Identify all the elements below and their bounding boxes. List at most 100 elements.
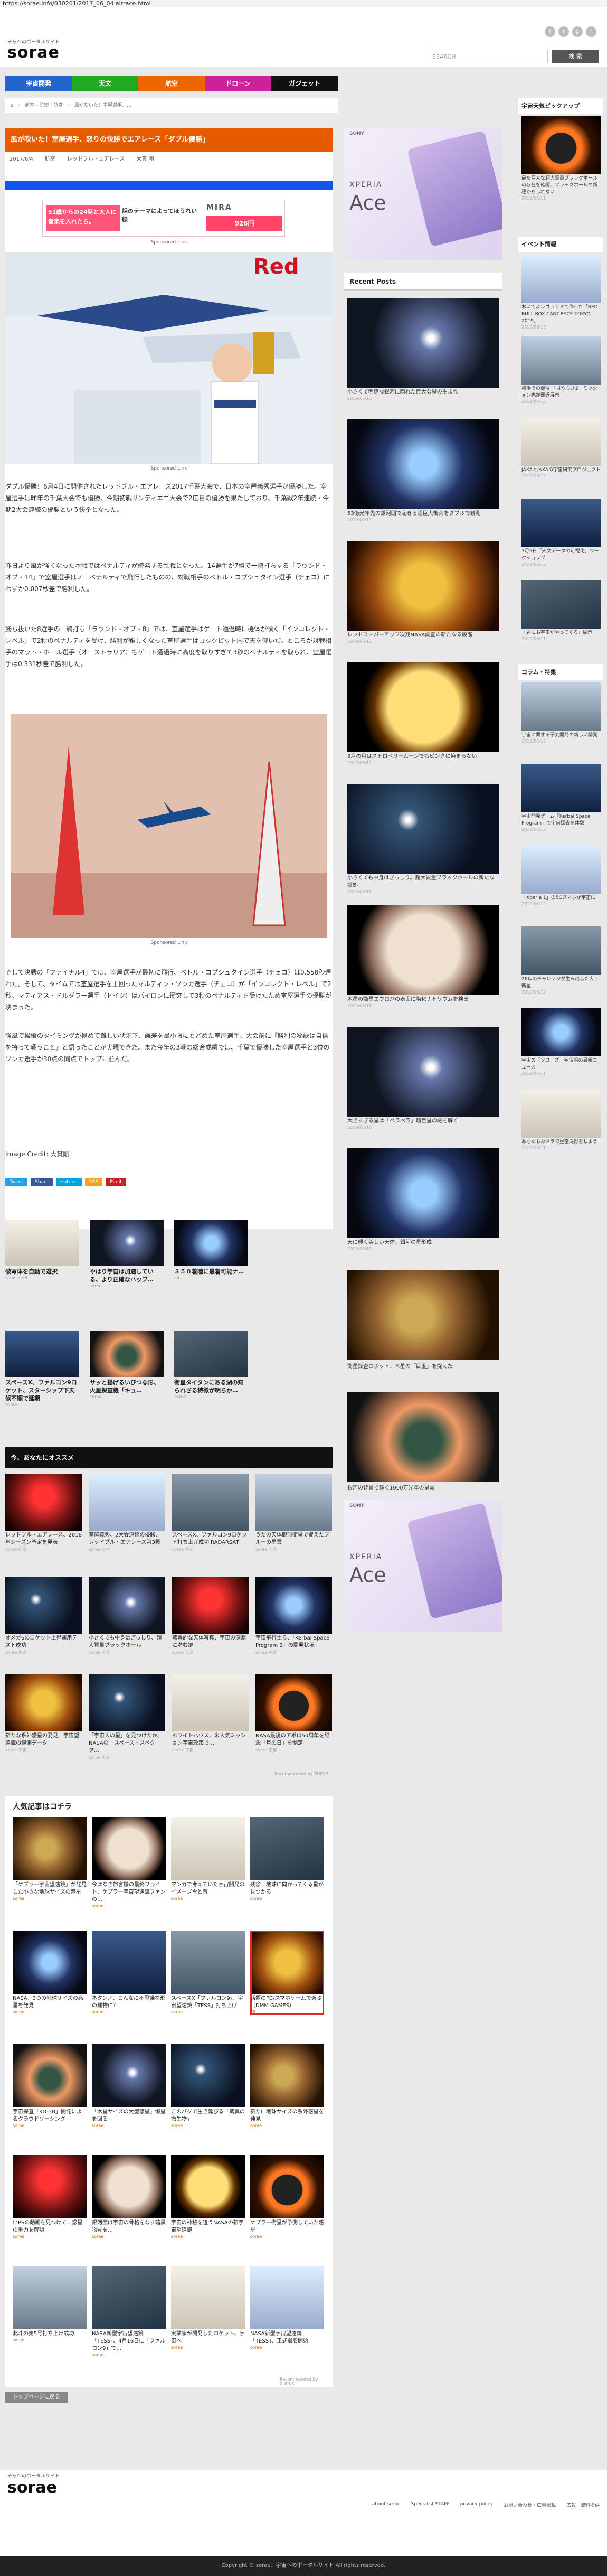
search-button[interactable]: 検 索 bbox=[552, 50, 599, 63]
facebook-icon[interactable]: f bbox=[545, 26, 555, 37]
column-item[interactable]: 宇宙の「ソユーズ」宇宙船の最新ニュース 2019/06/11 bbox=[521, 1008, 601, 1076]
nav-space-dev[interactable]: 宇宙開発 bbox=[5, 76, 72, 91]
article-category[interactable]: 航空 bbox=[45, 154, 55, 165]
nav-aviation[interactable]: 航空 bbox=[138, 76, 205, 91]
recent-post[interactable]: 小さくて明瞭な銀河に隠れた巨大な星の生まれ 2019/06/13 bbox=[347, 298, 499, 401]
recent-post[interactable]: 大きすぎる星は「ペラペラ」超巨星の謎を解く 2019/06/10 bbox=[347, 1027, 499, 1130]
sponsored-banner[interactable]: 51歳からの24時と大人に音楽を入れたら。 話のテーマによってほうれい線 MIR… bbox=[42, 200, 285, 237]
footer-link-contact[interactable]: お問い合わせ・広告掲載 bbox=[504, 2502, 556, 2508]
phone-graphic bbox=[407, 1502, 502, 1619]
popular-tile[interactable]: 「ケプラー宇宙望遠鏡」が発見した小さな地球サイズの惑星 sorae bbox=[13, 1817, 87, 1901]
popular-tile[interactable]: 銀河団は宇宙の骨格をなす暗黒物質を… sorae bbox=[92, 2155, 166, 2239]
recommend-credit[interactable]: Recommended by ZUCKS bbox=[274, 1772, 328, 1776]
popular-tile[interactable]: ケプラー衛星が予測していた惑星 sorae bbox=[250, 2155, 324, 2239]
sponsored-tile[interactable]: サッと揚げるいびつな形、火星探査機「キュ… sorae bbox=[90, 1331, 164, 1399]
url-bar[interactable]: https://sorae.info/030201/2017_06_04.air… bbox=[0, 0, 607, 7]
sponsored-tile[interactable]: 破写体を自動で選択 sponsored bbox=[5, 1220, 79, 1280]
recommend-tile[interactable]: オメガ6のロケット上昇運用テスト成功 sorae 宇宙 bbox=[5, 1577, 82, 1655]
nav-drone[interactable]: ドローン bbox=[205, 76, 271, 91]
pinterest-button[interactable]: Pin it bbox=[106, 1178, 126, 1186]
recommend-tile[interactable]: NASA最後のアポロ50周年を記念「月の日」を制定 sorae 宇宙 bbox=[255, 1674, 332, 1753]
popular-tile[interactable]: スペースX「ファルコン9」、宇宙望遠鏡「TESS」打ち上げ sorae bbox=[171, 1931, 245, 2015]
recommend-tile[interactable]: うたの天体観測衛星で捉えたブルーの星雲 sorae 天文 bbox=[255, 1474, 332, 1552]
popular-tile[interactable]: NASA、3つの地球サイズの惑星を発見 sorae bbox=[13, 1931, 87, 2015]
recent-post[interactable]: 53億光年先の銀河団で起きる超巨大衝突をダブルで観測 2019/06/13 bbox=[347, 419, 499, 522]
recent-post-title[interactable]: 銀河の背景で輝く1000万光年の星雲 bbox=[347, 1483, 499, 1491]
popular-tile[interactable]: マンガで考えていた宇宙開発のイメージ今と昔 sorae bbox=[171, 1817, 245, 1901]
nav-astronomy[interactable]: 天文 bbox=[72, 76, 138, 91]
recommend-tile[interactable]: 室屋義秀、2大会連続の優勝、レッドブル・エアレース第3戦 sorae 航空 bbox=[89, 1474, 165, 1552]
recommend-tile[interactable]: レッドブル・エアレース、2018年シーズン予定を発表 sorae 航空 bbox=[5, 1474, 82, 1552]
popular-tile[interactable]: いPSの動画を見つけて…惑星の重力を解明 sorae bbox=[13, 2155, 87, 2239]
recent-post[interactable]: 天に輝く美しい天体、銀河の星形成 2019/06/10 bbox=[347, 1148, 499, 1251]
sponsored-tile[interactable]: 衛星タイタンにある湖の知られざる特徴が明らか… sorae bbox=[174, 1331, 248, 1399]
event-item[interactable]: おいでよレゴランドで作った「RED BULL BOX CART RACE TOK… bbox=[521, 255, 601, 330]
recommend-tile[interactable]: 驚異的な天体写真、宇宙の深淵に潜む謎 sorae 天文 bbox=[172, 1577, 249, 1655]
footer-link-staff[interactable]: Specialist STAFF bbox=[411, 2502, 450, 2508]
popular-tile[interactable]: 残念…地球に向かってくる星が見つかる sorae bbox=[250, 1817, 324, 1901]
recent-post[interactable]: レッドスーパーアップ次期NASA調査の新たなる段階 2019/06/12 bbox=[347, 541, 499, 644]
popular-tile[interactable]: 実業家が開発したロケット、宇宙へ sorae bbox=[171, 2266, 245, 2350]
tweet-button[interactable]: Tweet bbox=[5, 1178, 27, 1186]
recommend-tile[interactable]: ホワイトハウス、米人気ミッション宇宙政策で… sorae 宇宙 bbox=[172, 1674, 249, 1753]
recent-post-image[interactable] bbox=[347, 1392, 499, 1482]
rss-icon[interactable]: r bbox=[586, 26, 596, 37]
recommend-tile[interactable]: 宇宙飛行士ら、「Kerbal Space Program 2」の開発状況 sora… bbox=[255, 1577, 332, 1655]
footer-link-privacy[interactable]: privacy policy bbox=[460, 2502, 493, 2508]
article-tag[interactable]: レッドブル・エアレース bbox=[67, 154, 125, 165]
hatena-button[interactable]: Hatebu bbox=[55, 1178, 82, 1186]
popular-tile[interactable]: 北斗の第5号打ち上げ成功 sorae bbox=[13, 2266, 87, 2343]
popular-tile[interactable]: NASA新型宇宙望遠鏡「TESS」、正式撮影開始 sorae bbox=[250, 2266, 324, 2350]
article-author[interactable]: 大貫 剛 bbox=[136, 154, 154, 165]
site-logo[interactable]: sorae bbox=[7, 43, 60, 62]
recommend-tile[interactable]: 「宇宙人の星」を見つけたか、NASAの「スペース・スペクタ… sorae 天文 bbox=[89, 1674, 165, 1760]
twitter-icon[interactable]: t bbox=[558, 26, 569, 37]
column-item[interactable]: 宇宙開発ゲーム「Kerbal Space Program」で宇宙探査を体験 201… bbox=[521, 764, 601, 832]
breadcrumb[interactable]: ⌂ › 航空・防衛・航空 › 風が吹いた！室屋選手、… bbox=[5, 98, 338, 113]
recent-post-image[interactable] bbox=[347, 1270, 499, 1360]
nav-gadget[interactable]: ガジェット bbox=[271, 76, 338, 91]
footer-link-about[interactable]: about sorae bbox=[372, 2502, 401, 2508]
event-item[interactable]: 横浜での開催 「はやぶさ2」ミッション完遂間近展示 2019/06/13 bbox=[521, 336, 601, 404]
event-item[interactable]: JAXAとJAXAの宇宙研究プロジェクト 2019/06/12 bbox=[521, 417, 601, 479]
popular-credit[interactable]: Recommended by ZUCKS bbox=[280, 2377, 333, 2386]
event-header: イベント情報 bbox=[518, 237, 603, 252]
xperia-ad[interactable]: SONY XPERIA Ace bbox=[344, 128, 502, 260]
rss-button[interactable]: RSS bbox=[84, 1178, 103, 1186]
sponsored-tile[interactable]: ３５０着陸に最着可能ナ… ad bbox=[174, 1220, 248, 1280]
popular-tile[interactable]: 新たに地球サイズの系外惑星を発見 sorae bbox=[250, 2044, 324, 2128]
popular-tile[interactable]: このバグで生き延びる「驚異の微生物」 sorae bbox=[171, 2044, 245, 2128]
recommend-tile[interactable]: 新たな系外惑星の発見、宇宙望遠鏡の観測データ sorae 宇宙 bbox=[5, 1674, 82, 1753]
event-item[interactable]: 7月5日「天文データの可視化」ワークショップ 2019/06/12 bbox=[521, 499, 601, 567]
column-item[interactable]: あなたもカメラで星空撮影をしよう 2019/06/11 bbox=[521, 1089, 601, 1150]
ad-strip[interactable] bbox=[5, 181, 333, 190]
google-plus-icon[interactable]: g bbox=[572, 26, 583, 37]
ad-brand: MIRA bbox=[206, 203, 232, 212]
column-item[interactable]: 宇宙に関する研究開発の新しい開発 2019/06/13 bbox=[521, 682, 601, 744]
xperia-ad-2[interactable]: SONY XPERIA Ace bbox=[344, 1500, 502, 1632]
recommend-tile[interactable]: スペースX、ファルコン9ロケット打ち上げ成功 RADARSAT sorae 宇宙 bbox=[172, 1474, 249, 1552]
column-item[interactable]: 26年のチャレンジが生み出した人工衛星 2019/06/12 bbox=[521, 926, 601, 995]
column-item[interactable]: 「Xperia 1」の5Gスマホが宇宙に 2019/06/12 bbox=[521, 845, 601, 906]
popular-tile[interactable]: 宇宙探査「KD-3B」開発によるクラウドソーシング sorae bbox=[13, 2044, 87, 2128]
popular-tile[interactable]: NASA新型宇宙望遠鏡「TESS」、4月16日に「ファルコン9」で… sorae bbox=[92, 2266, 166, 2357]
recent-post[interactable]: 8月の月はストロベリームーンでもピンクに染まらない 2019/06/12 bbox=[347, 662, 499, 765]
search-input[interactable]: SEARCH bbox=[429, 50, 548, 63]
popular-tile[interactable]: ネタンノ、こんなに不思議な形の建物に？ sorae bbox=[92, 1931, 166, 2015]
popular-tile[interactable]: 「木星サイズの大型惑星」恒星を回る sorae bbox=[92, 2044, 166, 2128]
recent-post[interactable]: 小さくても中身はぎっしり。超大質量ブラックホールの新たな証拠 2019/06/11 bbox=[347, 784, 499, 894]
sponsored-tile[interactable]: やはり宇宙は加速している、より正確なハッブ… sorae bbox=[90, 1220, 164, 1288]
recent-post-title[interactable]: 衛星探査ロボット、木星の「目玉」を捉えた bbox=[347, 1362, 499, 1370]
footer-link-press[interactable]: 広報・資料提供 bbox=[566, 2502, 600, 2508]
footer-logo[interactable]: sorae bbox=[7, 2478, 57, 2497]
popular-tile-highlighted[interactable]: 話題のPC/スマホゲームで遊ぶ（DMM GAMES） PR bbox=[250, 1931, 324, 2015]
facebook-share-button[interactable]: Share bbox=[30, 1178, 53, 1186]
recommend-tile[interactable]: 小さくても中身はぎっしり、超大質量ブラックホール sorae 天文 bbox=[89, 1577, 165, 1655]
back-to-top-button[interactable]: トップページに戻る bbox=[5, 2392, 68, 2403]
recent-post[interactable]: 木星の衛星エウロパの表面に塩化ナトリウムを検出 2019/06/11 bbox=[347, 905, 499, 1008]
popular-tile[interactable]: 宇宙の神秘を追うNASAの新宇宙望遠鏡 sorae bbox=[171, 2155, 245, 2239]
sponsored-tile[interactable]: スペースX、ファルコン9ロケット、スターシップ下天候不順で延期 sorae bbox=[5, 1331, 79, 1407]
pickup-item[interactable]: 最も巨大な超大質量ブラックホールの存在を確認、ブラックホールの新種かもしれない 2… bbox=[521, 116, 601, 201]
popular-tile[interactable]: 今はなき旅客機の最終フライト、ケプラー宇宙望遠鏡ファンの… sorae bbox=[92, 1817, 166, 1908]
event-item[interactable]: 「君にも宇宙がやってくる」展示 2019/06/11 bbox=[521, 580, 601, 641]
